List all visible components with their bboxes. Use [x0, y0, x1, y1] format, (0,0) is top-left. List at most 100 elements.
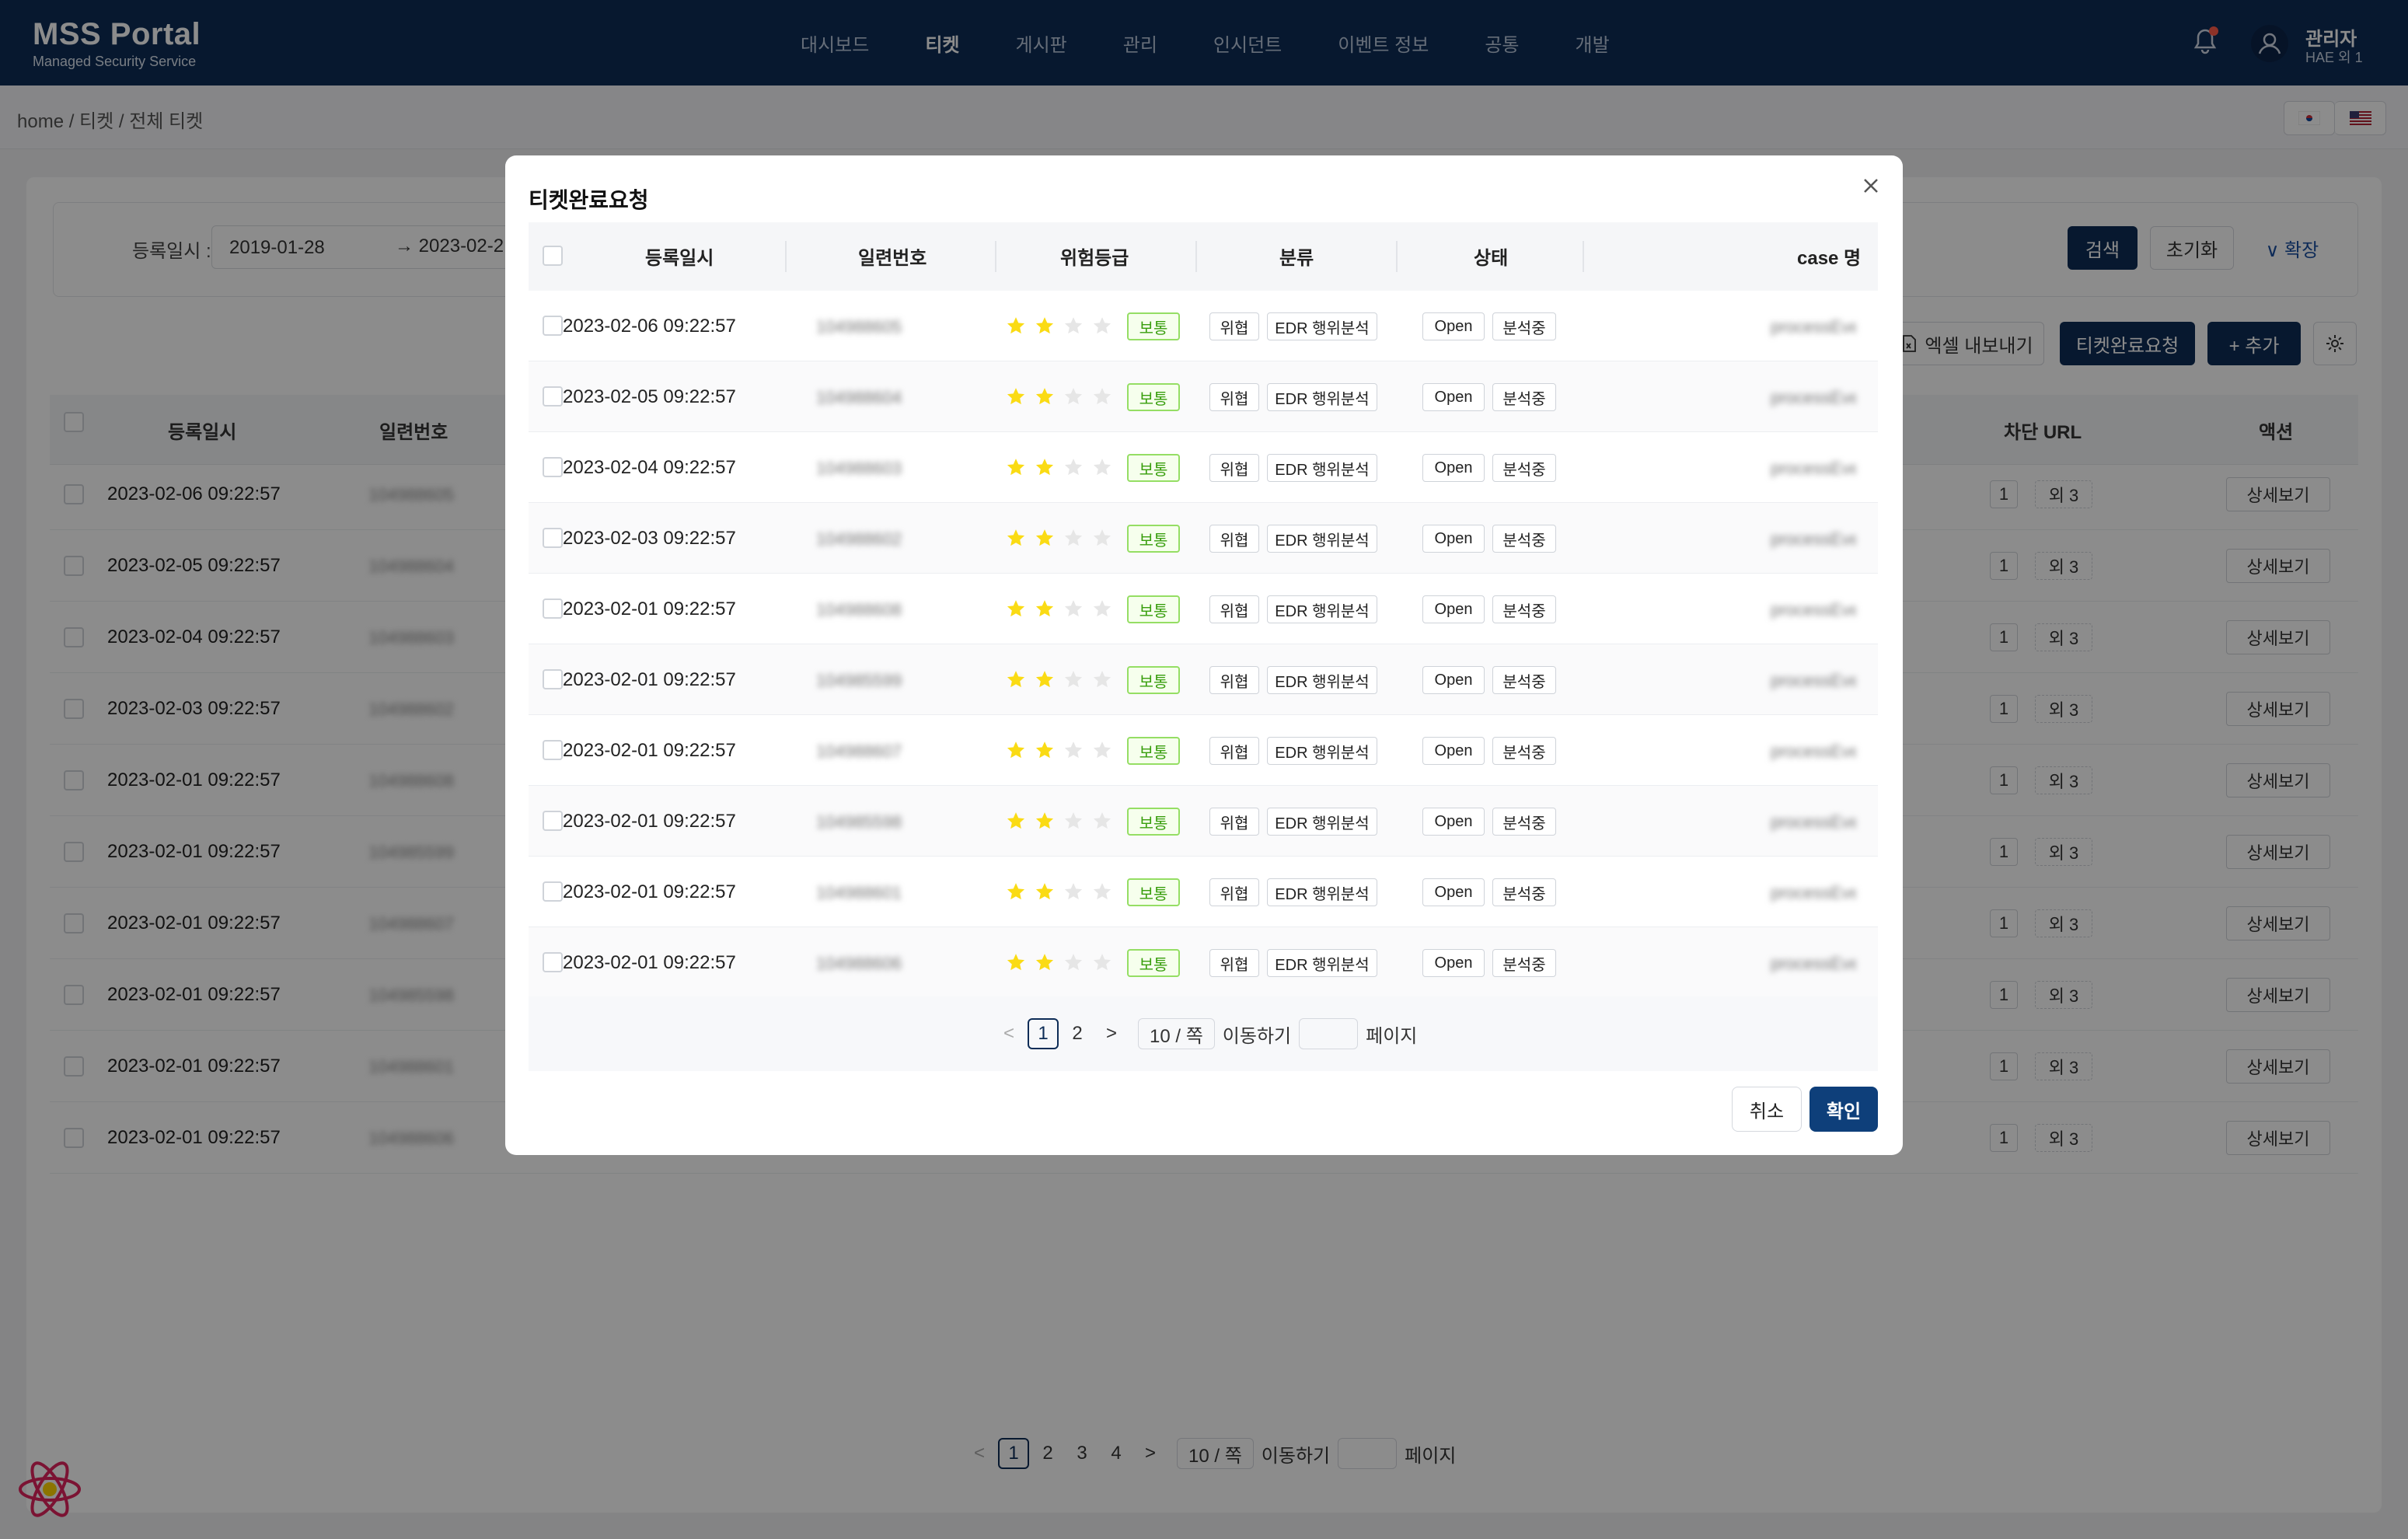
- risk-badge: 보통: [1127, 454, 1180, 482]
- star-icon: [1064, 812, 1083, 829]
- status-sub-tag: 분석중: [1492, 525, 1556, 553]
- close-icon[interactable]: [1858, 173, 1884, 199]
- risk-badge: 보통: [1127, 878, 1180, 906]
- modal-row-serial: 104988606: [816, 954, 902, 973]
- modal-row-date: 2023-02-06 09:22:57: [563, 316, 736, 337]
- status-tag: Open: [1422, 737, 1485, 765]
- modal-row-date: 2023-02-01 09:22:57: [563, 598, 736, 619]
- star-icon: [1064, 459, 1083, 476]
- risk-badge: 보통: [1127, 808, 1180, 836]
- modal-page-2[interactable]: 2: [1062, 1018, 1093, 1049]
- modal-jump-input[interactable]: [1299, 1018, 1359, 1049]
- status-sub-tag: 분석중: [1492, 808, 1556, 836]
- category-tag: 위협: [1209, 949, 1259, 977]
- modal-col-case[interactable]: case 명: [1797, 243, 1861, 270]
- status-tag: Open: [1422, 454, 1485, 482]
- category-tag: 위협: [1209, 666, 1259, 694]
- modal-row-checkbox[interactable]: [543, 669, 563, 689]
- modal-page-1[interactable]: 1: [1028, 1018, 1059, 1049]
- modal-row-date: 2023-02-01 09:22:57: [563, 740, 736, 761]
- category-sub-tag: EDR 행위분석: [1267, 949, 1377, 977]
- col-divider: [785, 241, 787, 272]
- category-tag: 위협: [1209, 454, 1259, 482]
- star-icon: [1093, 742, 1112, 759]
- modal-row-case: processEvent: [1771, 883, 1856, 902]
- category-tag: 위협: [1209, 595, 1259, 623]
- status-sub-tag: 분석중: [1492, 595, 1556, 623]
- modal-row-checkbox[interactable]: [543, 528, 563, 548]
- category-sub-tag: EDR 행위분석: [1267, 878, 1377, 906]
- risk-badge: 보통: [1127, 595, 1180, 623]
- risk-stars: [1006, 881, 1121, 902]
- modal-pagination: < 1 2 > 10 / 쪽 이동하기 페이지: [993, 1018, 1417, 1049]
- col-divider: [1396, 241, 1398, 272]
- modal-row-checkbox[interactable]: [543, 598, 563, 619]
- star-icon: [1064, 883, 1083, 900]
- star-icon: [1007, 529, 1025, 546]
- star-icon: [1007, 954, 1025, 971]
- risk-stars: [1006, 740, 1121, 760]
- modal-row-checkbox[interactable]: [543, 811, 563, 831]
- category-tag: 위협: [1209, 878, 1259, 906]
- star-icon: [1064, 600, 1083, 617]
- star-icon: [1035, 459, 1054, 476]
- ticket-complete-modal: 티켓완료요청 등록일시 일련번호 위험등급 분류 상태 case 명 2023-…: [505, 155, 1903, 1155]
- star-icon: [1035, 529, 1054, 546]
- star-icon: [1064, 671, 1083, 688]
- modal-col-date[interactable]: 등록일시: [645, 243, 714, 270]
- status-sub-tag: 분석중: [1492, 383, 1556, 411]
- star-icon: [1007, 600, 1025, 617]
- risk-stars: [1006, 669, 1121, 689]
- star-icon: [1035, 671, 1054, 688]
- modal-row-checkbox[interactable]: [543, 316, 563, 336]
- modal-row-serial: 104988603: [816, 459, 902, 478]
- star-icon: [1007, 388, 1025, 405]
- star-icon: [1093, 459, 1112, 476]
- modal-row-case: processEvent: [1771, 600, 1856, 619]
- risk-stars: [1006, 457, 1121, 477]
- modal-table-header: 등록일시 일련번호 위험등급 분류 상태 case 명: [529, 222, 1878, 291]
- modal-row-serial: 104988607: [816, 742, 902, 761]
- modal-row-checkbox[interactable]: [543, 740, 563, 760]
- modal-page-next[interactable]: >: [1096, 1018, 1127, 1049]
- modal-title: 티켓완료요청: [529, 188, 649, 212]
- modal-page-size-select[interactable]: 10 / 쪽: [1138, 1018, 1215, 1049]
- modal-row-date: 2023-02-03 09:22:57: [563, 528, 736, 549]
- cancel-button[interactable]: 취소: [1732, 1087, 1802, 1132]
- category-sub-tag: EDR 행위분석: [1267, 737, 1377, 765]
- star-icon: [1064, 954, 1083, 971]
- star-icon: [1007, 459, 1025, 476]
- star-icon: [1035, 317, 1054, 334]
- star-icon: [1093, 317, 1112, 334]
- confirm-button[interactable]: 확인: [1809, 1087, 1878, 1132]
- category-tag: 위협: [1209, 383, 1259, 411]
- modal-row-case: processEvent: [1771, 317, 1856, 337]
- modal-select-all-checkbox[interactable]: [543, 246, 563, 266]
- category-sub-tag: EDR 행위분석: [1267, 383, 1377, 411]
- modal-row-date: 2023-02-01 09:22:57: [563, 881, 736, 902]
- modal-col-risk[interactable]: 위험등급: [1060, 243, 1129, 270]
- modal-col-serial[interactable]: 일련번호: [858, 243, 927, 270]
- category-tag: 위협: [1209, 312, 1259, 340]
- modal-row-checkbox[interactable]: [543, 457, 563, 477]
- modal-row-checkbox[interactable]: [543, 881, 563, 902]
- modal-page-prev[interactable]: <: [993, 1018, 1024, 1049]
- modal-row-serial: 104985599: [816, 671, 902, 690]
- status-tag: Open: [1422, 383, 1485, 411]
- modal-col-status[interactable]: 상태: [1474, 243, 1508, 270]
- modal-row-serial: 104988601: [816, 883, 902, 902]
- modal-row-checkbox[interactable]: [543, 386, 563, 407]
- risk-badge: 보통: [1127, 312, 1180, 340]
- category-sub-tag: EDR 행위분석: [1267, 808, 1377, 836]
- star-icon: [1007, 317, 1025, 334]
- modal-col-category[interactable]: 분류: [1279, 243, 1314, 270]
- star-icon: [1093, 883, 1112, 900]
- modal-row-date: 2023-02-04 09:22:57: [563, 457, 736, 478]
- star-icon: [1007, 671, 1025, 688]
- modal-row-checkbox[interactable]: [543, 952, 563, 972]
- risk-badge: 보통: [1127, 383, 1180, 411]
- modal-row-serial: 104988602: [816, 529, 902, 549]
- modal-row-case: processEvent: [1771, 954, 1856, 973]
- col-divider: [1583, 241, 1584, 272]
- star-icon: [1064, 742, 1083, 759]
